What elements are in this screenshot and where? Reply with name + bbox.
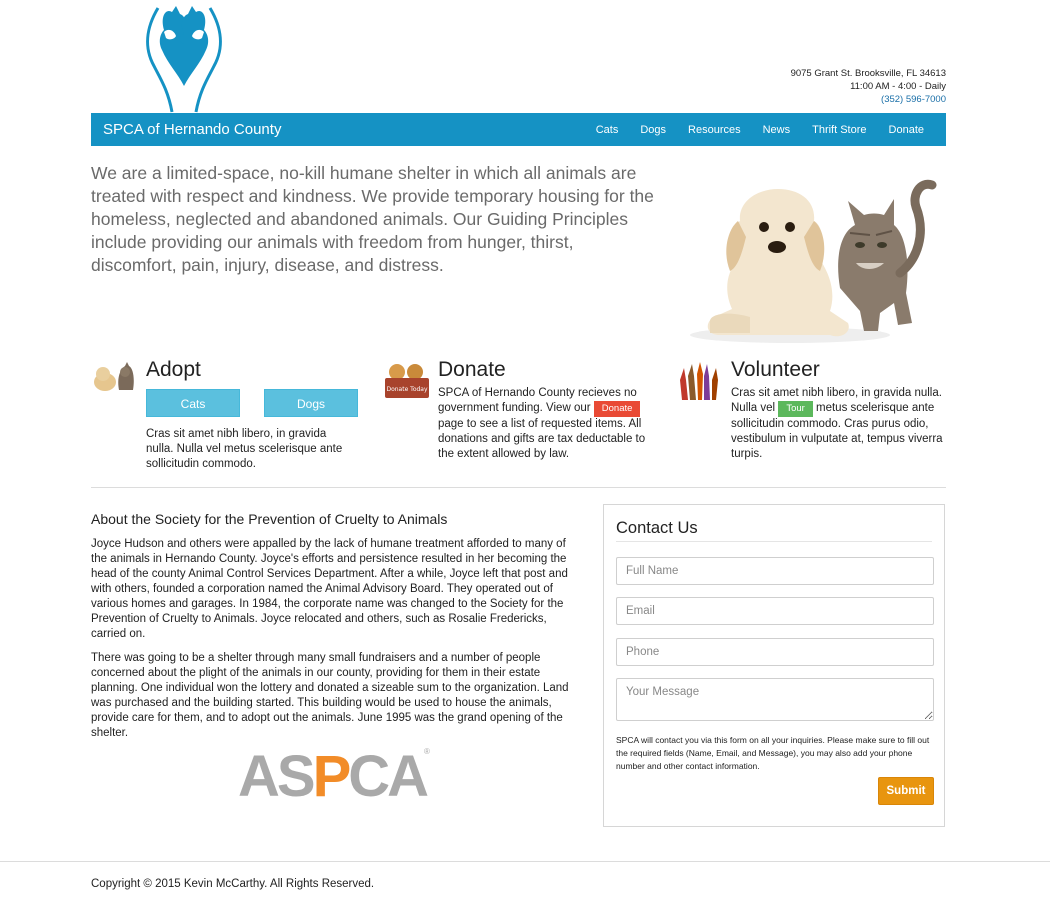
aspca-logo: ASPCA ® — [236, 744, 436, 809]
contact-info: 9075 Grant St. Brooksville, FL 34613 11:… — [791, 67, 946, 106]
donate-inline-button[interactable]: Donate — [593, 401, 641, 417]
nav-dogs[interactable]: Dogs — [640, 124, 666, 136]
full-name-field[interactable] — [616, 557, 934, 585]
hours-text: 11:00 AM - 4:00 - Daily — [850, 81, 946, 92]
nav-news[interactable]: News — [763, 124, 791, 136]
about-paragraph-1: Joyce Hudson and others were appalled by… — [91, 538, 568, 640]
adopt-dogs-button[interactable]: Dogs — [264, 389, 358, 417]
main-navbar: SPCA of Hernando County Cats Dogs Resour… — [91, 113, 946, 146]
puppy-kitten-image — [680, 163, 942, 346]
about-title: About the Society for the Prevention of … — [91, 511, 448, 527]
address-text: 9075 Grant St. Brooksville, FL 34613 — [790, 68, 946, 79]
message-field[interactable] — [616, 678, 934, 721]
footer-copyright: Copyright © 2015 Kevin McCarthy. All Rig… — [91, 878, 375, 890]
volunteer-title: Volunteer — [731, 358, 820, 381]
adopt-text: Cras sit amet nibh libero, in gravida nu… — [146, 428, 343, 470]
contact-title-divider — [616, 541, 932, 542]
donate-sign-icon: Donate Today — [383, 360, 431, 400]
section-divider — [91, 487, 946, 488]
about-paragraph-2: There was going to be a shelter through … — [91, 652, 569, 739]
donate-text-after: page to see a list of requested items. A… — [438, 418, 646, 460]
contact-form: Contact Us SPCA will contact you via thi… — [603, 504, 945, 827]
donate-sign-text: Donate Today — [386, 386, 428, 393]
phone-link[interactable]: (352) 596-7000 — [791, 93, 946, 106]
donate-section: Donate Today Donate SPCA of Hernando Cou… — [383, 358, 653, 468]
nav-cats[interactable]: Cats — [596, 124, 619, 136]
contact-note: SPCA will contact you via this form on a… — [616, 735, 930, 771]
svg-text:®: ® — [424, 747, 430, 756]
adopt-section: Adopt Cats Dogs Cras sit amet nibh liber… — [91, 358, 361, 478]
contact-title: Contact Us — [616, 519, 698, 537]
aspca-logo-text: ASPCA — [238, 744, 428, 800]
spca-logo[interactable] — [138, 2, 230, 114]
footer-divider — [0, 861, 1050, 862]
nav-thrift-store[interactable]: Thrift Store — [812, 124, 866, 136]
volunteer-section: Volunteer Cras sit amet nibh libero, in … — [676, 358, 946, 468]
intro-text: We are a limited-space, no-kill humane s… — [91, 163, 654, 275]
adopt-pets-icon — [91, 360, 137, 394]
donate-text: SPCA of Hernando County recieves no gove… — [438, 386, 653, 462]
nav-resources[interactable]: Resources — [688, 124, 741, 136]
nav-menu: Cats Dogs Resources News Thrift Store Do… — [585, 113, 946, 146]
donate-title: Donate — [438, 358, 506, 381]
navbar-brand[interactable]: SPCA of Hernando County — [103, 121, 281, 138]
phone-field[interactable] — [616, 638, 934, 666]
volunteer-text: Cras sit amet nibh libero, in gravida nu… — [731, 386, 946, 462]
submit-button[interactable]: Submit — [878, 777, 934, 805]
volunteer-hands-icon — [676, 360, 722, 404]
email-field[interactable] — [616, 597, 934, 625]
nav-donate[interactable]: Donate — [889, 124, 924, 136]
tour-button[interactable]: Tour — [778, 401, 813, 417]
adopt-cats-button[interactable]: Cats — [146, 389, 240, 417]
about-body: Joyce Hudson and others were appalled by… — [91, 537, 581, 750]
adopt-title: Adopt — [146, 358, 201, 381]
